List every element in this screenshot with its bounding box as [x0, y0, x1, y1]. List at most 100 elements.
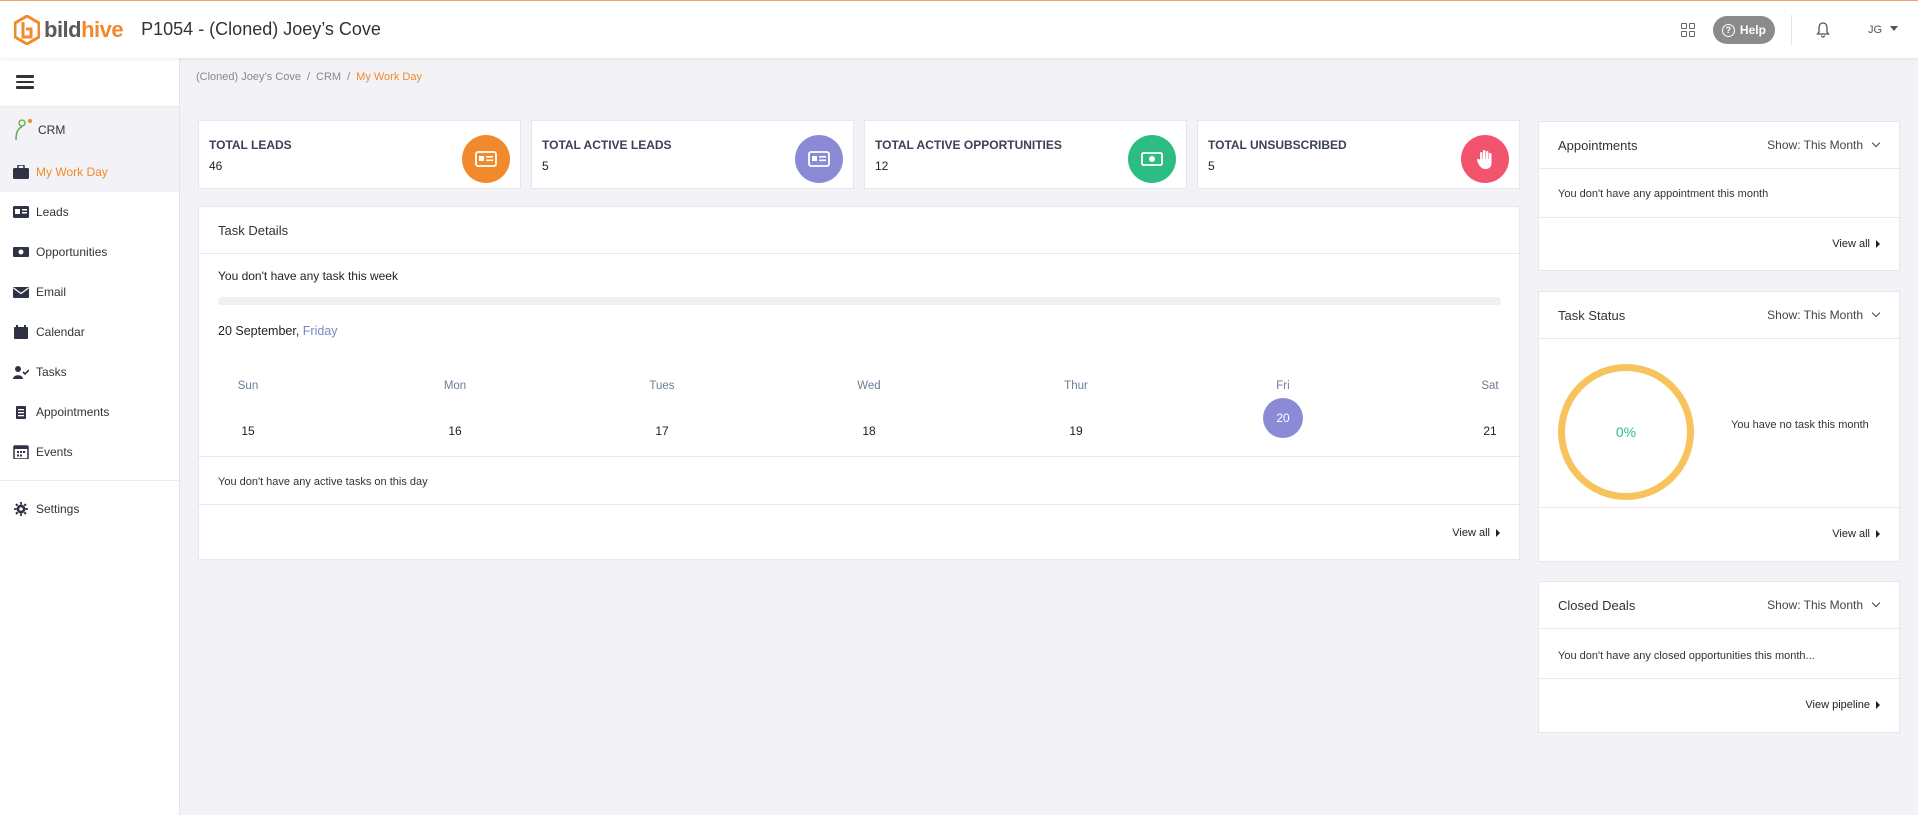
sidebar-item-label: Opportunities [36, 245, 108, 259]
sidebar-module-label: CRM [38, 122, 66, 137]
day-name: Sun [237, 380, 259, 392]
day-number: 18 [862, 424, 876, 438]
closed-deals-empty-message: You don't have any closed opportunities … [1558, 650, 1815, 662]
chevron-down-icon [1871, 598, 1881, 608]
task-details-title: Task Details [199, 207, 1519, 254]
appointments-view-all-link[interactable]: View all [1832, 238, 1880, 250]
day-mon[interactable]: Mon 16 [425, 380, 485, 451]
stat-card-total-leads[interactable]: TOTAL LEADS 46 [198, 120, 521, 189]
money-icon [1128, 135, 1176, 183]
task-status-message: You have no task this month [1731, 419, 1869, 431]
crm-person-icon [15, 118, 32, 140]
show-filter-label: Show: This Month [1767, 308, 1863, 322]
logo-text-prefix: bild [44, 16, 82, 42]
task-status-title: Task Status [1558, 307, 1626, 323]
bell-icon[interactable] [1816, 22, 1830, 38]
task-status-view-all-link[interactable]: View all [1832, 528, 1880, 540]
menu-toggle-button[interactable] [0, 58, 179, 107]
day-sat[interactable]: Sat 21 [1460, 380, 1520, 451]
day-thu[interactable]: Thur 19 [1046, 380, 1106, 451]
task-status-donut: 0% [1558, 364, 1694, 500]
breadcrumb-current: My Work Day [356, 71, 422, 83]
sidebar-item-label: Calendar [36, 325, 85, 339]
bildhive-logo[interactable]: bildhive [14, 14, 124, 45]
sidebar-item-opportunities[interactable]: Opportunities [0, 232, 179, 272]
selected-day-name: Friday [302, 324, 338, 338]
sidebar-item-label: Leads [36, 205, 69, 219]
sidebar-item-appointments[interactable]: Appointments [0, 392, 179, 432]
sidebar-item-label: Settings [36, 502, 80, 516]
sidebar-item-label: Events [36, 445, 73, 459]
id-card-icon [795, 135, 843, 183]
sidebar-module-crm[interactable]: CRM [0, 107, 179, 152]
id-card-icon [462, 135, 510, 183]
appointments-show-dropdown[interactable]: Show: This Month [1767, 138, 1881, 152]
chevron-down-icon [1871, 308, 1881, 318]
chevron-down-icon[interactable] [1890, 25, 1898, 31]
caret-right-icon [1876, 240, 1880, 248]
day-tue[interactable]: Tues 17 [632, 380, 692, 451]
sidebar-item-label: Tasks [36, 365, 67, 379]
user-check-icon [13, 366, 29, 379]
stat-label: TOTAL ACTIVE LEADS [542, 138, 672, 152]
sidebar: CRM My Work Day Leads Opportunities Emai… [0, 58, 180, 815]
sidebar-item-tasks[interactable]: Tasks [0, 352, 179, 392]
task-status-show-dropdown[interactable]: Show: This Month [1767, 308, 1881, 322]
stat-value: 46 [209, 159, 223, 173]
hamburger-icon [16, 72, 34, 92]
calendar-icon [14, 325, 28, 339]
view-pipeline-link[interactable]: View pipeline [1805, 699, 1880, 711]
calendar-grid-icon [13, 445, 29, 459]
view-all-label: View all [1832, 528, 1870, 540]
chevron-down-icon [1871, 138, 1881, 148]
money-icon [13, 247, 29, 257]
breadcrumb-crm[interactable]: CRM [316, 71, 341, 83]
stat-label: TOTAL UNSUBSCRIBED [1208, 138, 1347, 152]
day-number: 21 [1483, 424, 1497, 438]
logo-text: bildhive [44, 16, 124, 43]
question-icon: ? [1721, 23, 1735, 37]
day-sun[interactable]: Sun 15 [218, 380, 278, 451]
hexagon-logo-icon [14, 14, 40, 45]
stat-card-total-unsubscribed[interactable]: TOTAL UNSUBSCRIBED 5 [1197, 120, 1520, 189]
closed-deals-show-dropdown[interactable]: Show: This Month [1767, 598, 1881, 612]
breadcrumb-project[interactable]: (Cloned) Joey’s Cove [196, 71, 301, 83]
apps-grid-icon[interactable] [1679, 21, 1697, 39]
breadcrumb: (Cloned) Joey’s Cove / CRM / My Work Day [196, 71, 422, 83]
task-status-card: Task Status Show: This Month 0% You have… [1538, 291, 1900, 562]
gear-icon [14, 502, 28, 516]
stat-value: 5 [542, 159, 549, 173]
view-all-label: View all [1452, 527, 1490, 539]
view-all-label: View all [1832, 238, 1870, 250]
day-fri[interactable]: Fri 20 [1253, 380, 1313, 438]
selected-date-text: 20 September, [218, 324, 300, 338]
sidebar-item-calendar[interactable]: Calendar [0, 312, 179, 352]
day-name: Thur [1064, 380, 1088, 392]
briefcase-icon [13, 165, 29, 179]
day-wed[interactable]: Wed 18 [839, 380, 899, 451]
day-number: 15 [241, 424, 255, 438]
day-name: Mon [443, 380, 467, 392]
user-avatar[interactable]: JG [1868, 24, 1882, 36]
caret-right-icon [1876, 530, 1880, 538]
sidebar-item-label: Appointments [36, 405, 110, 419]
closed-deals-card: Closed Deals Show: This Month You don't … [1538, 581, 1900, 733]
stat-card-total-active-leads[interactable]: TOTAL ACTIVE LEADS 5 [531, 120, 854, 189]
sidebar-item-label: My Work Day [36, 165, 108, 179]
sidebar-item-settings[interactable]: Settings [0, 489, 179, 529]
appointments-empty-message: You don't have any appointment this mont… [1558, 188, 1769, 200]
appointments-title: Appointments [1558, 137, 1638, 153]
sidebar-item-email[interactable]: Email [0, 272, 179, 312]
envelope-icon [13, 287, 29, 298]
sidebar-item-leads[interactable]: Leads [0, 192, 179, 232]
tasks-view-all-link[interactable]: View all [1452, 527, 1500, 539]
sidebar-item-events[interactable]: Events [0, 432, 179, 472]
sidebar-item-my-work-day[interactable]: My Work Day [0, 152, 179, 192]
divider [1790, 15, 1792, 45]
day-name: Fri [1276, 380, 1290, 392]
stat-card-total-active-opportunities[interactable]: TOTAL ACTIVE OPPORTUNITIES 12 [864, 120, 1187, 189]
logo-text-suffix: hive [81, 16, 124, 42]
task-week-empty-message: You don't have any task this week [218, 269, 398, 283]
help-button[interactable]: ? Help [1712, 16, 1775, 44]
clipboard-icon [16, 406, 26, 419]
